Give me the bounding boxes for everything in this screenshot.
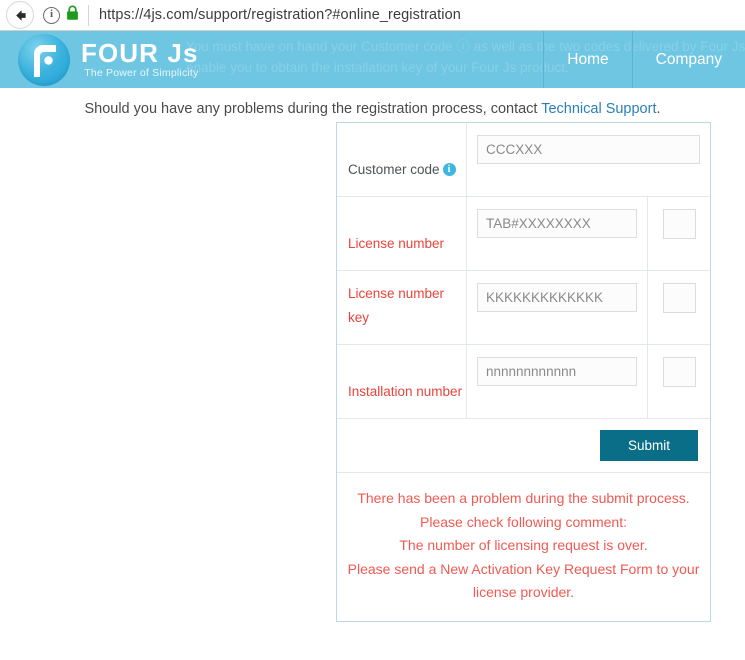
- label-cell-license-number-key: License number key: [337, 271, 467, 344]
- error-message-block: There has been a problem during the subm…: [337, 473, 710, 621]
- customer-code-label: Customer code i: [348, 158, 456, 182]
- extra-cell-installation-number: [648, 345, 710, 418]
- address-bar[interactable]: https://4js.com/support/registration?#on…: [99, 7, 461, 23]
- extra-cell-license-number: [648, 197, 710, 270]
- site-information-button[interactable]: i: [43, 5, 79, 26]
- support-notice-text-after: .: [656, 101, 661, 117]
- installation-number-label: Installation number: [348, 384, 463, 399]
- input-cell-license-number: [467, 197, 648, 270]
- banner-spacer: [199, 31, 544, 88]
- error-message-line: license provider.: [472, 584, 575, 600]
- license-number-key-extra-input[interactable]: [662, 283, 696, 313]
- installation-number-extra-input[interactable]: [662, 357, 696, 387]
- toolbar-divider: [88, 4, 89, 26]
- form-row-installation-number: Installation number: [337, 345, 710, 419]
- logo-title: FOUR Js: [81, 37, 199, 68]
- license-number-label: License number: [348, 236, 445, 251]
- input-cell-customer-code: [467, 123, 710, 196]
- submit-button[interactable]: Submit: [599, 430, 698, 461]
- main-navigation: Home Company: [543, 31, 745, 88]
- form-row-license-number-key: License number key: [337, 271, 710, 345]
- technical-support-link[interactable]: Technical Support: [541, 101, 656, 117]
- error-message-line: The number of licensing request is over.: [399, 537, 648, 553]
- registration-form: Customer codei License number License nu…: [336, 122, 711, 622]
- form-row-license-number: License number: [337, 197, 710, 271]
- installation-number-input[interactable]: [477, 357, 637, 386]
- license-number-input[interactable]: [477, 209, 637, 238]
- error-message-line: Please send a New Activation Key Request…: [347, 560, 700, 577]
- support-notice: Should you have any problems during the …: [0, 88, 745, 117]
- label-cell-license-number: License number: [337, 197, 467, 270]
- logo-text-block: FOUR Js The Power of Simplicity: [81, 37, 199, 80]
- label-cell-customer-code: Customer code i: [337, 123, 467, 196]
- label-cell-installation-number: Installation number: [337, 345, 467, 418]
- back-arrow-icon: [12, 7, 29, 24]
- back-button[interactable]: [6, 1, 34, 29]
- lock-icon: [66, 5, 79, 26]
- four-js-f-logo-icon: [18, 33, 70, 86]
- support-notice-text-before: Should you have any problems during the …: [84, 101, 542, 117]
- license-number-key-input[interactable]: [477, 283, 637, 312]
- site-banner: You must have on hand your Customer code…: [0, 31, 745, 88]
- input-cell-license-number-key: [467, 271, 648, 344]
- license-number-key-label: License number key: [348, 286, 445, 325]
- info-icon: i: [43, 6, 60, 24]
- customer-code-label-text: Customer code: [348, 162, 440, 177]
- error-message-line: There has been a problem during the subm…: [357, 490, 690, 506]
- input-cell-installation-number: [467, 345, 648, 418]
- nav-item-company[interactable]: Company: [631, 31, 745, 88]
- form-submit-row: Submit: [337, 419, 710, 473]
- extra-cell-license-number-key: [648, 271, 710, 344]
- browser-toolbar: i https://4js.com/support/registration?#…: [0, 0, 745, 31]
- logo-tagline: The Power of Simplicity: [84, 66, 199, 79]
- site-logo[interactable]: FOUR Js The Power of Simplicity: [0, 31, 199, 88]
- error-message-line: Please check following comment:: [420, 513, 627, 530]
- customer-code-info-badge-icon[interactable]: i: [442, 163, 456, 176]
- customer-code-input[interactable]: [477, 135, 700, 164]
- nav-item-home[interactable]: Home: [543, 31, 631, 88]
- license-number-extra-input[interactable]: [662, 209, 696, 239]
- form-row-customer-code: Customer code i: [337, 123, 710, 197]
